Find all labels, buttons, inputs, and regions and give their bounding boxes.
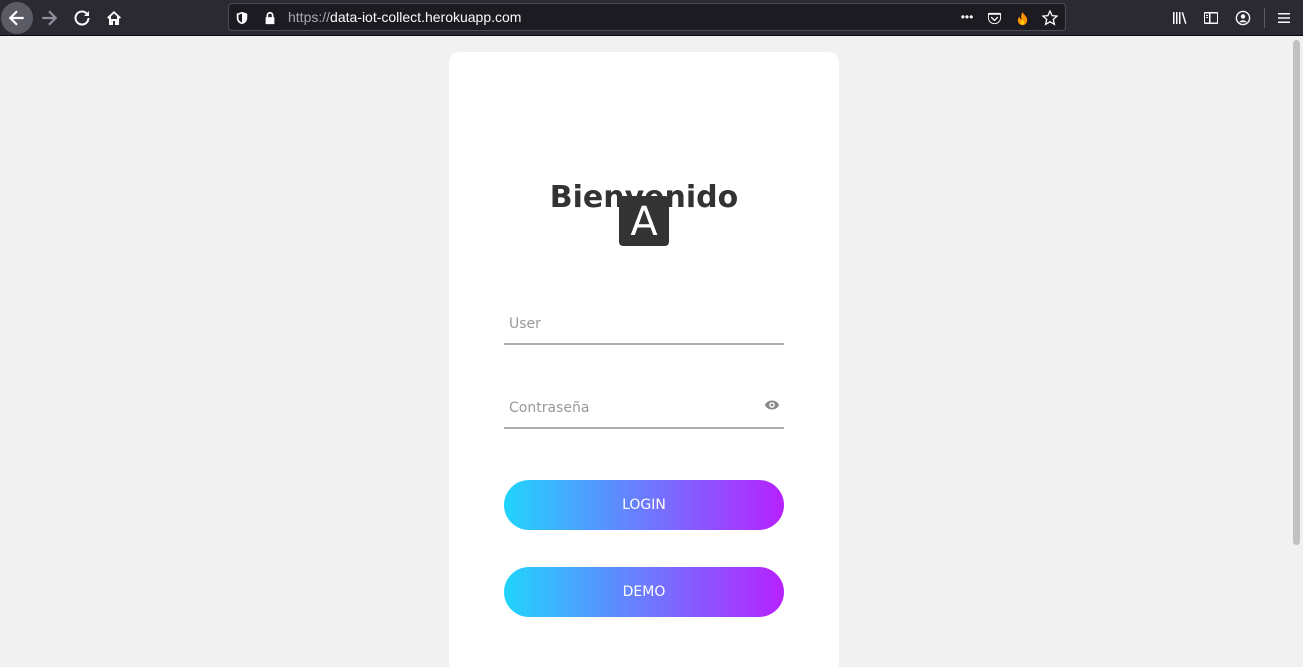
url-text: https://data-iot-collect.herokuapp.com [288,9,521,25]
reload-icon [74,10,90,26]
arrow-right-icon [42,10,58,26]
login-button[interactable]: LOGIN [504,480,784,530]
forward-button[interactable] [33,2,65,34]
logo-icon: A [619,196,669,246]
toolbar-divider [1264,8,1265,28]
account-icon[interactable] [1233,8,1253,28]
sidebar-icon[interactable] [1201,8,1221,28]
lock-icon[interactable] [262,10,278,26]
password-input[interactable] [504,385,784,427]
url-bar[interactable]: https://data-iot-collect.herokuapp.com •… [228,3,1066,31]
password-field [504,385,784,429]
page-scrollbar[interactable] [1290,37,1303,667]
eye-icon[interactable] [764,397,780,413]
browser-toolbar: https://data-iot-collect.herokuapp.com •… [0,0,1303,36]
fire-extension-icon[interactable] [1014,10,1030,26]
shield-icon[interactable] [234,10,250,26]
reload-button[interactable] [66,2,98,34]
url-host: data-iot-collect.herokuapp.com [330,9,522,25]
user-field [504,301,784,345]
arrow-left-icon [8,10,24,26]
bookmark-star-icon[interactable] [1042,10,1058,26]
home-button[interactable] [98,2,130,34]
scrollbar-thumb[interactable] [1293,40,1300,545]
user-input[interactable] [504,301,784,343]
back-button[interactable] [1,2,33,34]
url-scheme: https:// [288,9,331,25]
demo-button[interactable]: DEMO [504,567,784,617]
home-icon [107,11,121,25]
hamburger-menu-icon[interactable] [1274,8,1294,28]
pocket-icon[interactable] [986,10,1002,26]
page-actions-menu[interactable]: ••• [957,9,977,25]
library-icon[interactable] [1169,8,1189,28]
